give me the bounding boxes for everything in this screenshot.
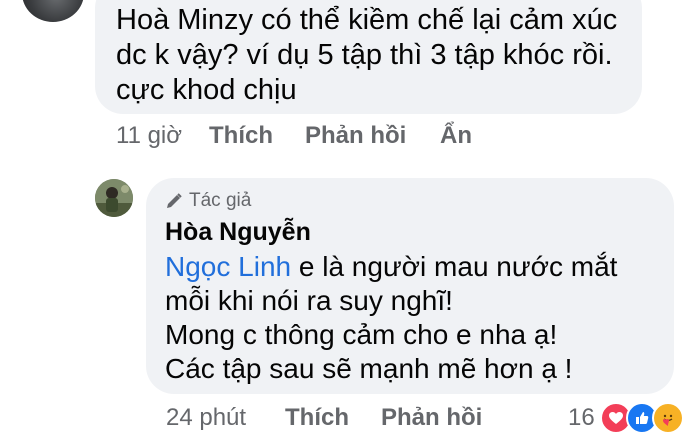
reply-button[interactable]: Phản hồi	[381, 404, 482, 432]
reply-text-line: Các tập sau sẽ mạnh mẽ hơn ạ !	[165, 353, 573, 384]
mention-link[interactable]: Ngọc Linh	[165, 251, 291, 282]
reply-text-line: Mong c thông cảm cho e nha ạ!	[165, 319, 558, 350]
author-badge-label: Tác giả	[189, 190, 252, 211]
care-face-icon	[658, 408, 678, 428]
pencil-icon	[167, 193, 182, 208]
heart-icon	[609, 412, 623, 424]
avatar-photo	[95, 179, 133, 217]
reply-button[interactable]: Phản hồi	[305, 122, 406, 150]
reply-text-segment: e là người mau nước mắt	[291, 251, 618, 282]
comment-text-line: cực khod chịu	[116, 74, 297, 106]
reply-text-line: Ngọc Linh e là người mau nước mắt	[165, 250, 617, 284]
like-button[interactable]: Thích	[209, 122, 273, 150]
like-button[interactable]: Thích	[285, 404, 349, 432]
author-name[interactable]: Hòa Nguyễn	[165, 218, 311, 247]
reply-text-line: mỗi khi nói ra suy nghĩ!	[165, 285, 453, 316]
reaction-count[interactable]: 16	[568, 404, 595, 432]
commenter-avatar[interactable]	[22, 0, 84, 22]
author-badge: Tác giả	[165, 190, 251, 212]
reaction-icons[interactable]	[600, 402, 684, 434]
reply-timestamp[interactable]: 24 phút	[166, 404, 246, 432]
comment-timestamp[interactable]: 11 giờ	[116, 122, 182, 150]
care-reaction-icon	[652, 402, 684, 434]
hide-button[interactable]: Ẩn	[440, 122, 472, 150]
author-avatar[interactable]	[95, 179, 133, 217]
comment-text-line: dc k vậy? ví dụ 5 tập thì 3 tập khóc rồi…	[116, 39, 613, 71]
thumbs-up-icon	[636, 412, 649, 424]
comment-text-line: Hoà Minzy có thể kiềm chế lại cảm xúc	[116, 4, 618, 36]
